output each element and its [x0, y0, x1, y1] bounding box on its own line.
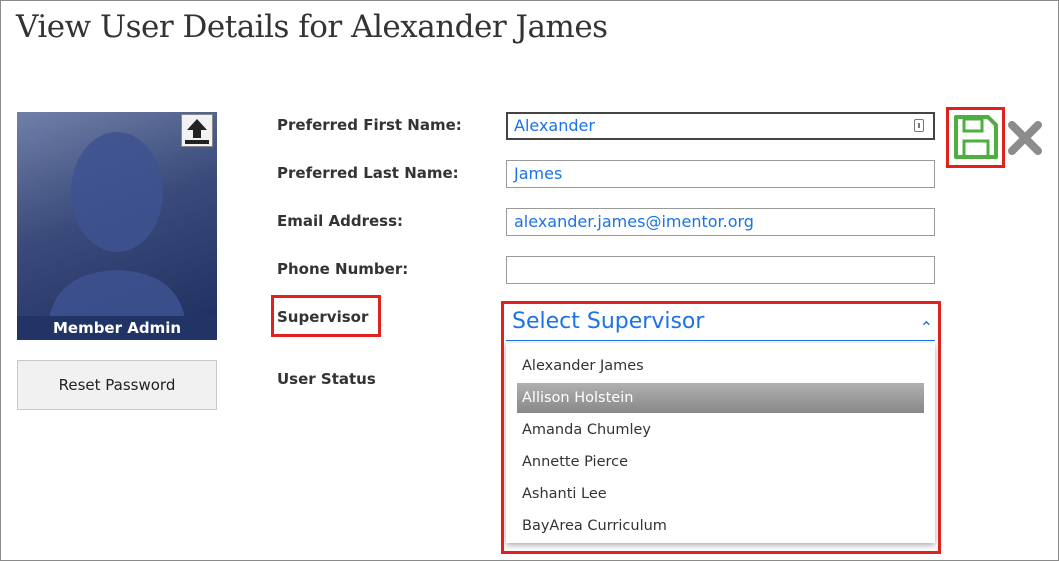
phone-field[interactable] [506, 256, 935, 284]
user-status-label: User Status [277, 370, 376, 388]
last-name-label: Preferred Last Name: [277, 164, 459, 182]
close-icon[interactable] [1007, 120, 1043, 160]
page-frame: View User Details for Alexander James Me… [0, 0, 1059, 561]
supervisor-dropdown-highlight [501, 301, 941, 554]
email-field[interactable]: alexander.james@imentor.org [506, 208, 935, 236]
email-label: Email Address: [277, 212, 404, 230]
last-name-field[interactable]: James [506, 160, 935, 188]
supervisor-label-highlight [271, 295, 381, 337]
upload-icon[interactable] [181, 114, 213, 147]
role-label: Member Admin [17, 316, 217, 340]
first-name-label: Preferred First Name: [277, 116, 462, 134]
save-icon[interactable] [952, 113, 1000, 165]
page-title: View User Details for Alexander James [16, 9, 608, 45]
phone-label: Phone Number: [277, 260, 409, 278]
key-icon[interactable] [914, 119, 924, 132]
first-name-field[interactable]: Alexander [506, 112, 935, 140]
first-name-value: Alexander [514, 116, 595, 135]
reset-password-button[interactable]: Reset Password [17, 360, 217, 410]
